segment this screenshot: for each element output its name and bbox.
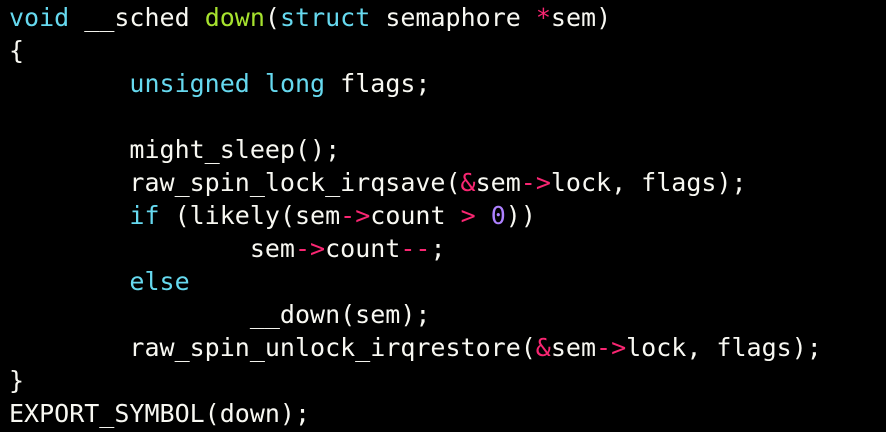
code-token: down: [204, 3, 265, 32]
code-token: ->: [340, 201, 371, 230]
code-token: ->: [294, 234, 326, 263]
code-token: &: [460, 168, 476, 197]
code-line-9: else: [0, 265, 886, 298]
code-token: (likely(sem: [159, 201, 341, 230]
code-token: sem: [475, 168, 521, 197]
code-token: sem: [550, 333, 597, 362]
code-token: might_sleep();: [9, 135, 341, 164]
code-token: __sched: [69, 3, 205, 32]
code-token: ;: [430, 234, 446, 263]
code-token: lock, flags);: [550, 168, 747, 197]
code-token: &: [535, 333, 551, 362]
code-token: (: [264, 3, 280, 32]
code-line-3: unsigned long flags;: [0, 67, 886, 100]
code-token: *: [535, 3, 551, 32]
code-token: count: [325, 234, 401, 263]
code-line-11: raw_spin_unlock_irqrestore(&sem->lock, f…: [0, 331, 886, 364]
code-token: sem: [9, 234, 295, 263]
code-token: }: [9, 366, 25, 395]
code-token: struct: [279, 3, 371, 32]
code-token: >: [460, 201, 476, 230]
code-token: flags;: [325, 69, 431, 98]
code-token: 0: [490, 201, 506, 230]
code-line-2: {: [0, 34, 886, 67]
code-line-7: if (likely(sem->count > 0)): [0, 199, 886, 232]
code-token: lock, flags);: [626, 333, 822, 362]
code-token: if: [129, 201, 160, 230]
code-token: count: [370, 201, 461, 230]
code-token: --: [400, 234, 431, 263]
code-token: ->: [596, 333, 627, 362]
code-line-1: void __sched down(struct semaphore *sem): [0, 1, 886, 34]
code-line-10: __down(sem);: [0, 298, 886, 331]
code-token: void: [9, 3, 70, 32]
code-line-13: EXPORT_SYMBOL(down);: [0, 397, 886, 430]
code-token: sem): [550, 3, 612, 32]
code-line-8: sem->count--;: [0, 232, 886, 265]
code-token: ->: [520, 168, 551, 197]
code-token: raw_spin_unlock_irqrestore(: [9, 333, 536, 362]
code-token: {: [9, 36, 25, 65]
code-token: )): [505, 201, 536, 230]
code-token: else: [129, 267, 190, 296]
code-token: __down(sem);: [9, 300, 431, 329]
code-line-5: might_sleep();: [0, 133, 886, 166]
code-token: long: [264, 69, 326, 98]
code-editor[interactable]: void __sched down(struct semaphore *sem)…: [0, 0, 886, 432]
code-token: raw_spin_lock_irqsave(: [9, 168, 461, 197]
code-token: unsigned: [129, 69, 250, 98]
code-token: semaphore: [370, 3, 536, 32]
code-line-12: }: [0, 364, 886, 397]
code-line-6: raw_spin_lock_irqsave(&sem->lock, flags)…: [0, 166, 886, 199]
code-token: EXPORT_SYMBOL(down);: [9, 399, 311, 428]
